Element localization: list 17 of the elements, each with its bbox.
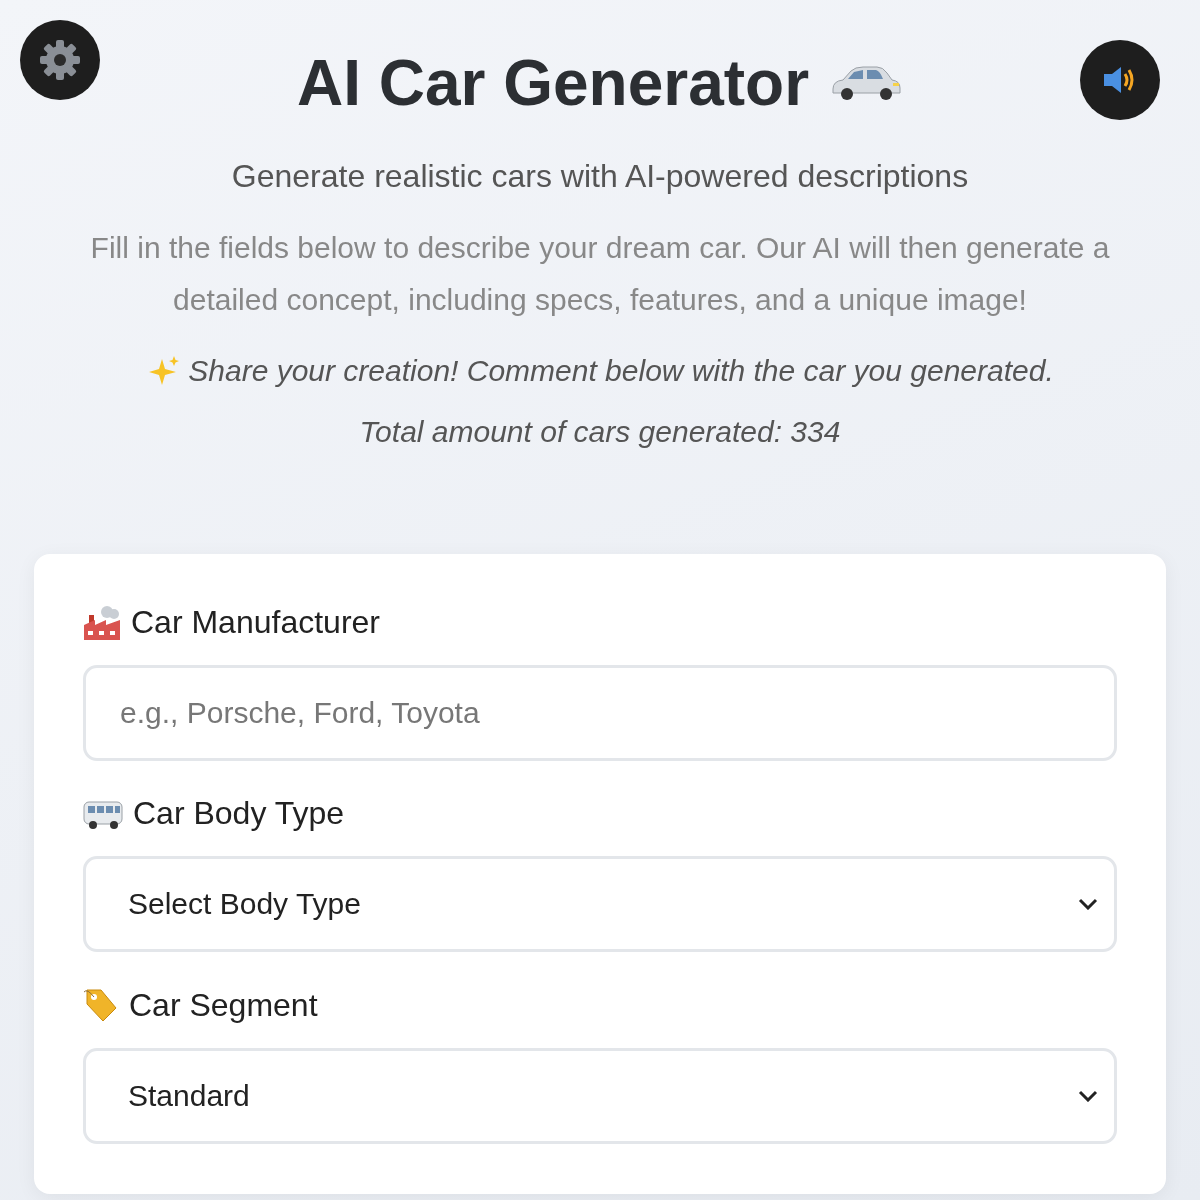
field-label: Car Segment — [129, 986, 318, 1024]
share-note: Share your creation! Comment below with the car you generated. — [188, 354, 1054, 388]
field-label: Car Body Type — [133, 795, 345, 832]
factory-icon — [83, 604, 121, 641]
page-title: AI Car Generator — [296, 48, 810, 118]
tag-icon — [83, 986, 119, 1024]
chevron-icon — [1078, 1090, 1098, 1102]
cars-generated-count: Total amount of cars generated: 334 — [358, 414, 842, 450]
field-label: Car Manufacturer — [131, 604, 380, 641]
input-field[interactable]: e.g., Porsche, Ford, Toyota — [83, 665, 1117, 761]
dropdown[interactable]: Standard — [83, 1048, 1117, 1144]
settings-icon — [38, 38, 82, 82]
car-icon — [829, 63, 904, 103]
description: Fill in the fields below to describe your dream car. Our AI will then generate a detailed concept, including specs, features, and a unique image! — [89, 230, 1111, 318]
subtitle: Generate realistic cars with AI-powered descriptions — [230, 157, 970, 196]
dropdown[interactable]: Select Body Type — [83, 856, 1117, 952]
chevron-icon — [1078, 898, 1098, 910]
